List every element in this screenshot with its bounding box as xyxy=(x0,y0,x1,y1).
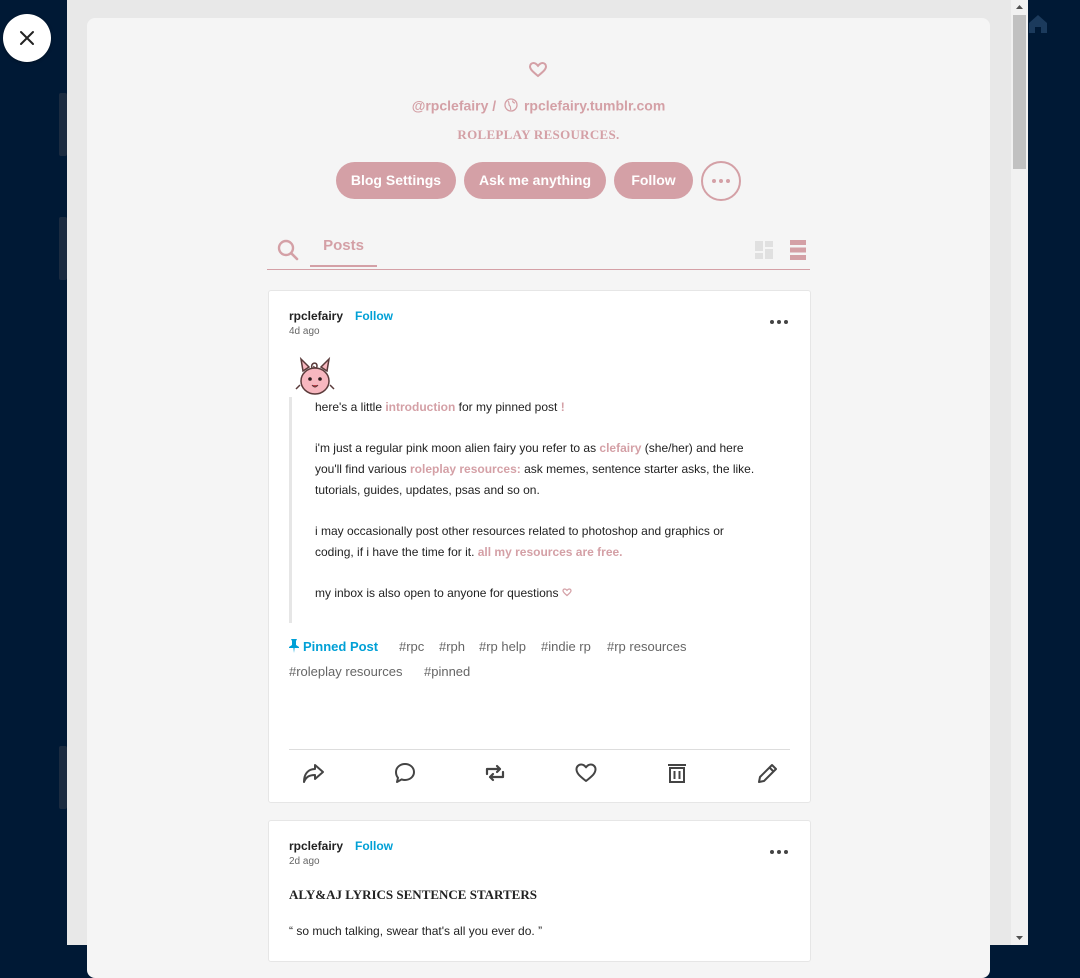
post-title: ALY&AJ LYRICS SENTENCE STARTERS xyxy=(289,887,537,902)
highlight-text: roleplay resources: xyxy=(410,462,521,476)
search-icon[interactable] xyxy=(276,238,300,262)
tabs-divider xyxy=(267,269,810,270)
background-sidebar-bar xyxy=(59,746,67,809)
dot-icon xyxy=(719,179,723,183)
post-tag[interactable]: #rp resources xyxy=(607,639,686,654)
post-text-line: tutorials, guides, updates, psas and so … xyxy=(315,483,540,497)
post-card: rpclefairy Follow 4d ago here's a little… xyxy=(268,290,811,803)
post-tag[interactable]: #rpc xyxy=(399,639,424,654)
post-text-line: you'll find various roleplay resources: … xyxy=(315,462,755,476)
post-menu-button[interactable] xyxy=(770,320,788,324)
dot-icon xyxy=(784,850,788,854)
highlight-text: clefairy xyxy=(599,441,642,455)
grid-view-icon[interactable] xyxy=(755,241,773,259)
post-tag[interactable]: #indie rp xyxy=(541,639,591,654)
dot-icon xyxy=(784,320,788,324)
post-text-line: my inbox is also open to anyone for ques… xyxy=(315,583,795,604)
dot-icon xyxy=(777,320,781,324)
post-text-line: coding, if i have the time for it. all m… xyxy=(315,545,623,559)
post-timestamp[interactable]: 2d ago xyxy=(289,856,320,867)
post-footer-divider xyxy=(289,749,790,750)
close-icon xyxy=(20,31,34,45)
pin-icon xyxy=(289,639,299,653)
heart-avatar-icon xyxy=(528,61,548,78)
post-text-line: i'm just a regular pink moon alien fairy… xyxy=(315,441,744,455)
scrollbar[interactable] xyxy=(1011,0,1028,945)
post-card: rpclefairy Follow 2d ago ALY&AJ LYRICS S… xyxy=(268,820,811,962)
home-icon[interactable] xyxy=(1026,12,1050,36)
edit-icon[interactable] xyxy=(756,761,780,785)
scroll-down-arrow[interactable] xyxy=(1011,931,1028,945)
share-icon[interactable] xyxy=(301,761,325,785)
post-tag[interactable]: #rp help xyxy=(479,639,526,654)
post-author[interactable]: rpclefairy xyxy=(289,309,343,323)
highlight-text: introduction xyxy=(385,400,456,414)
post-menu-button[interactable] xyxy=(770,850,788,854)
like-icon[interactable] xyxy=(574,761,598,785)
dot-icon xyxy=(777,850,781,854)
tab-posts[interactable]: Posts xyxy=(310,237,377,267)
post-follow-link[interactable]: Follow xyxy=(355,309,393,323)
blog-handle[interactable]: @rpclefairy xyxy=(412,97,489,113)
blog-links: @rpclefairy / rpclefairy.tumblr.com xyxy=(87,96,990,113)
delete-icon[interactable] xyxy=(665,761,689,785)
ask-me-anything-button[interactable]: Ask me anything xyxy=(464,162,606,199)
background-sidebar-bar xyxy=(59,93,67,156)
close-button[interactable] xyxy=(3,14,51,62)
post-text-line: i may occasionally post other resources … xyxy=(315,524,724,538)
post-quote: here's a little introduction for my pinn… xyxy=(289,397,792,623)
dot-icon xyxy=(770,320,774,324)
post-text-line: “ so much talking, swear that's all you … xyxy=(289,924,543,938)
post-author[interactable]: rpclefairy xyxy=(289,839,343,853)
blog-url[interactable]: rpclefairy.tumblr.com xyxy=(524,97,665,113)
post-follow-link[interactable]: Follow xyxy=(355,839,393,853)
pinned-post-label[interactable]: Pinned Post xyxy=(289,639,378,654)
post-timestamp[interactable]: 4d ago xyxy=(289,326,320,337)
post-tag[interactable]: #roleplay resources xyxy=(289,664,402,679)
scroll-thumb[interactable] xyxy=(1013,15,1026,169)
post-text-line: here's a little introduction for my pinn… xyxy=(315,400,565,414)
globe-icon xyxy=(504,98,518,112)
highlight-text: all my resources are free. xyxy=(477,545,623,559)
dot-icon xyxy=(770,850,774,854)
post-tag[interactable]: #rph xyxy=(439,639,465,654)
background-sidebar-bar xyxy=(59,217,67,280)
more-options-button[interactable] xyxy=(701,161,741,201)
blog-link-separator: / xyxy=(492,97,497,114)
follow-button[interactable]: Follow xyxy=(614,162,693,199)
post-tag[interactable]: #pinned xyxy=(424,664,470,679)
reply-icon[interactable] xyxy=(393,761,417,785)
dot-icon xyxy=(726,179,730,183)
tab-posts-label: Posts xyxy=(323,237,364,254)
dot-icon xyxy=(712,179,716,183)
small-heart-icon xyxy=(562,588,572,597)
list-view-icon[interactable] xyxy=(790,240,806,260)
clefairy-sprite-icon xyxy=(295,356,335,395)
blog-settings-button[interactable]: Blog Settings xyxy=(336,162,456,199)
blog-description: ROLEPLAY RESOURCES. xyxy=(457,127,620,142)
reblog-icon[interactable] xyxy=(483,761,507,785)
